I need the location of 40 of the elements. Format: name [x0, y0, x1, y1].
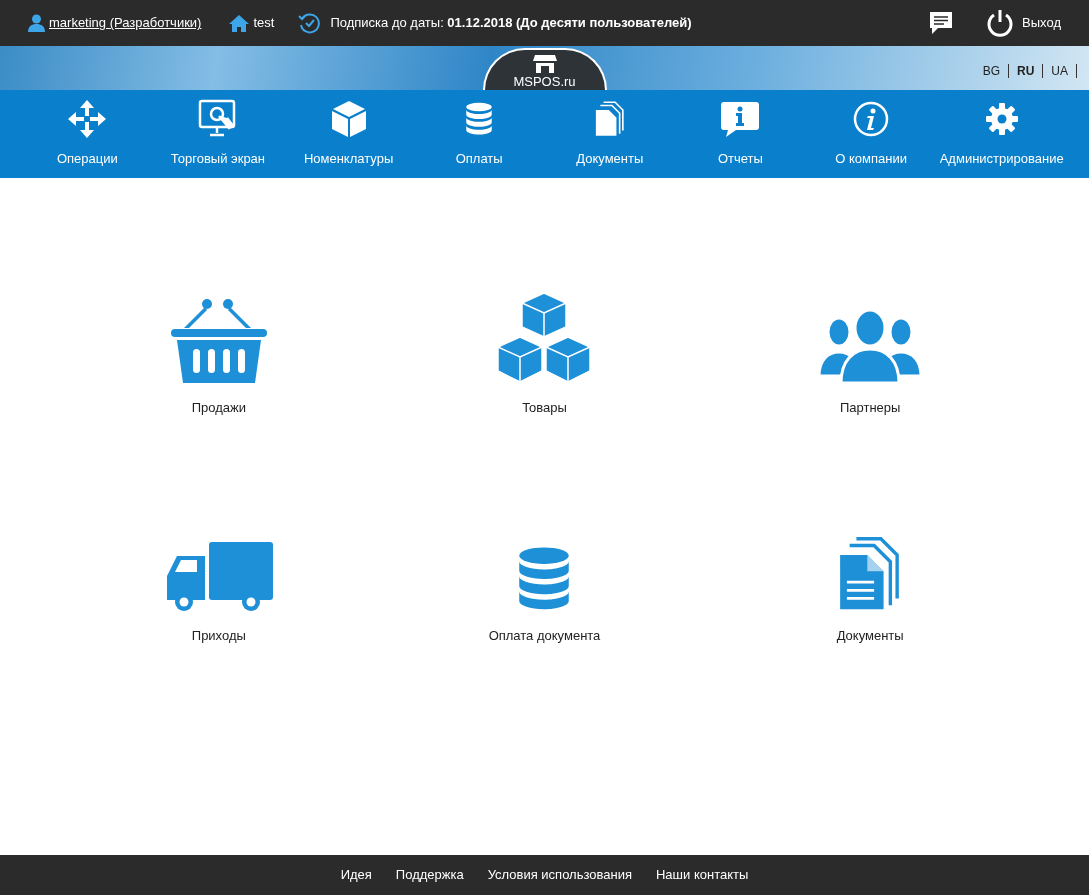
settings-icon [984, 101, 1019, 136]
cube-icon [329, 98, 368, 139]
tile[interactable]: Документы [707, 517, 1033, 645]
tile[interactable]: Оплата документа [381, 517, 708, 645]
info-bubble-icon [720, 99, 761, 138]
tile[interactable]: Товары [381, 290, 708, 418]
language-link[interactable]: UA [1043, 62, 1076, 80]
nav-item[interactable]: Администрирование [936, 90, 1067, 178]
subscription-text: Подписка до даты: 01.12.2018 (До десяти пользователей) [330, 14, 692, 33]
nav-item[interactable]: Оплаты [413, 90, 545, 178]
nav-item[interactable]: Отчеты [675, 90, 806, 178]
chat-icon[interactable] [928, 10, 955, 36]
nav-item[interactable]: О компании [805, 90, 937, 178]
footer-link[interactable]: Идея [340, 865, 372, 885]
nav-item[interactable]: Торговый экран [152, 90, 284, 178]
truck-icon [164, 541, 273, 612]
home-icon [229, 14, 250, 32]
basket-icon [169, 298, 268, 384]
shop-icon [532, 54, 557, 74]
logout-link[interactable]: Выход [1022, 13, 1061, 33]
tile[interactable]: Продажи [56, 290, 382, 418]
info-icon [853, 100, 890, 137]
tile[interactable]: Партнеры [707, 290, 1033, 418]
footer-link[interactable]: Поддержка [395, 865, 464, 885]
cubes-icon [496, 292, 593, 384]
nav-item[interactable]: Операции [22, 90, 153, 178]
user-link[interactable]: marketing (Разработчики) [49, 13, 202, 33]
nav-item[interactable]: Документы [544, 90, 676, 178]
arrows-icon [67, 98, 108, 139]
clock-check-icon [298, 11, 323, 35]
store-name: test [253, 14, 275, 33]
language-link[interactable]: BG [974, 62, 1008, 80]
nav-item[interactable]: Номенклатуры [283, 90, 414, 178]
tile[interactable]: Приходы [56, 517, 382, 645]
power-icon[interactable] [986, 9, 1015, 37]
user-icon [28, 14, 45, 32]
footer-link[interactable]: Условия использования [487, 865, 632, 885]
footer-link[interactable]: Наши контакты [656, 865, 749, 885]
language-link[interactable]: RU [1009, 62, 1043, 80]
logo-text: MSPOS.ru [513, 74, 576, 89]
